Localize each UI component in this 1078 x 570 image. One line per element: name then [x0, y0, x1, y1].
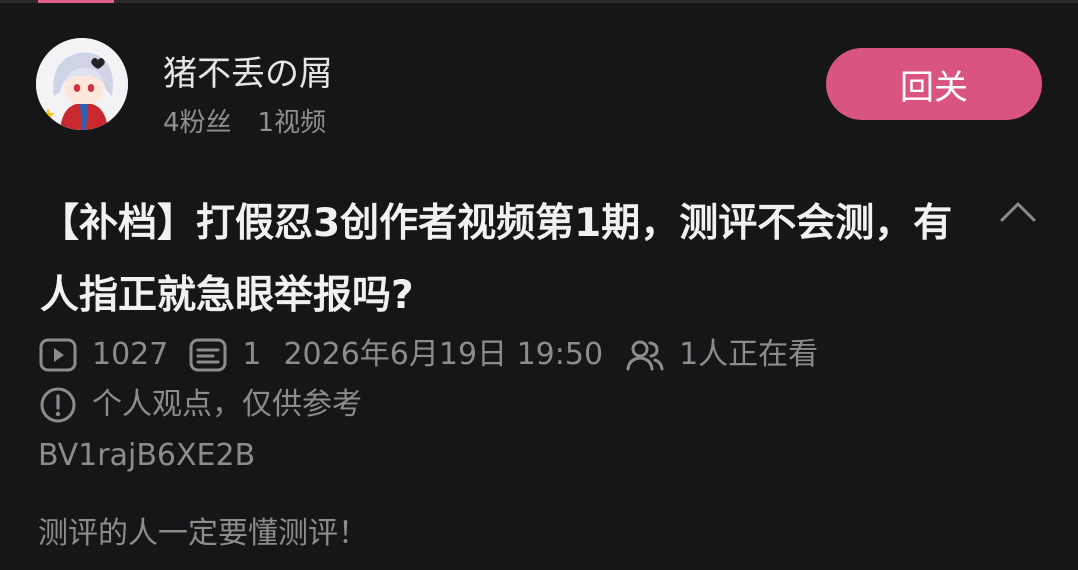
notice-row: 个人观点，仅供参考	[38, 384, 362, 426]
danmaku-icon	[188, 335, 228, 375]
follower-count: 4粉丝	[163, 108, 232, 138]
opinion-notice: 个人观点，仅供参考	[92, 387, 362, 422]
danmaku-count-value: 1	[242, 337, 262, 372]
info-icon	[38, 385, 78, 425]
watching-now-value: 1人正在看	[679, 337, 819, 372]
video-description: 测评的人一定要懂测评！	[38, 516, 368, 551]
bvid[interactable]: BV1rajB6XE2B	[38, 438, 255, 473]
watching-people-icon	[625, 335, 665, 375]
video-title: 【补档】打假忍3创作者视频第1期，测评不会测，有人指正就急眼举报吗?	[40, 201, 953, 318]
tab-indicator	[38, 0, 114, 3]
follow-back-button[interactable]: 回关	[826, 48, 1042, 120]
uploader-name[interactable]: 猪不丢の屑	[163, 46, 333, 95]
avatar[interactable]	[36, 38, 128, 130]
play-count: 1027	[38, 335, 168, 375]
top-divider	[0, 0, 1078, 3]
danmaku-count: 1	[188, 335, 261, 375]
play-count-value: 1027	[92, 337, 169, 372]
video-stats-row: 1027 1 2026年6月19日 19:50 1人正在看	[38, 334, 818, 376]
publish-time-value: 2026年6月19日 19:50	[283, 337, 604, 372]
publish-time: 2026年6月19日 19:50	[283, 335, 603, 375]
watching-now: 1人正在看	[625, 335, 818, 375]
video-count: 1视频	[257, 108, 327, 138]
chevron-up-icon[interactable]	[996, 196, 1040, 226]
uploader-stats: 4粉丝 1视频	[163, 102, 326, 139]
play-count-icon	[38, 335, 78, 375]
